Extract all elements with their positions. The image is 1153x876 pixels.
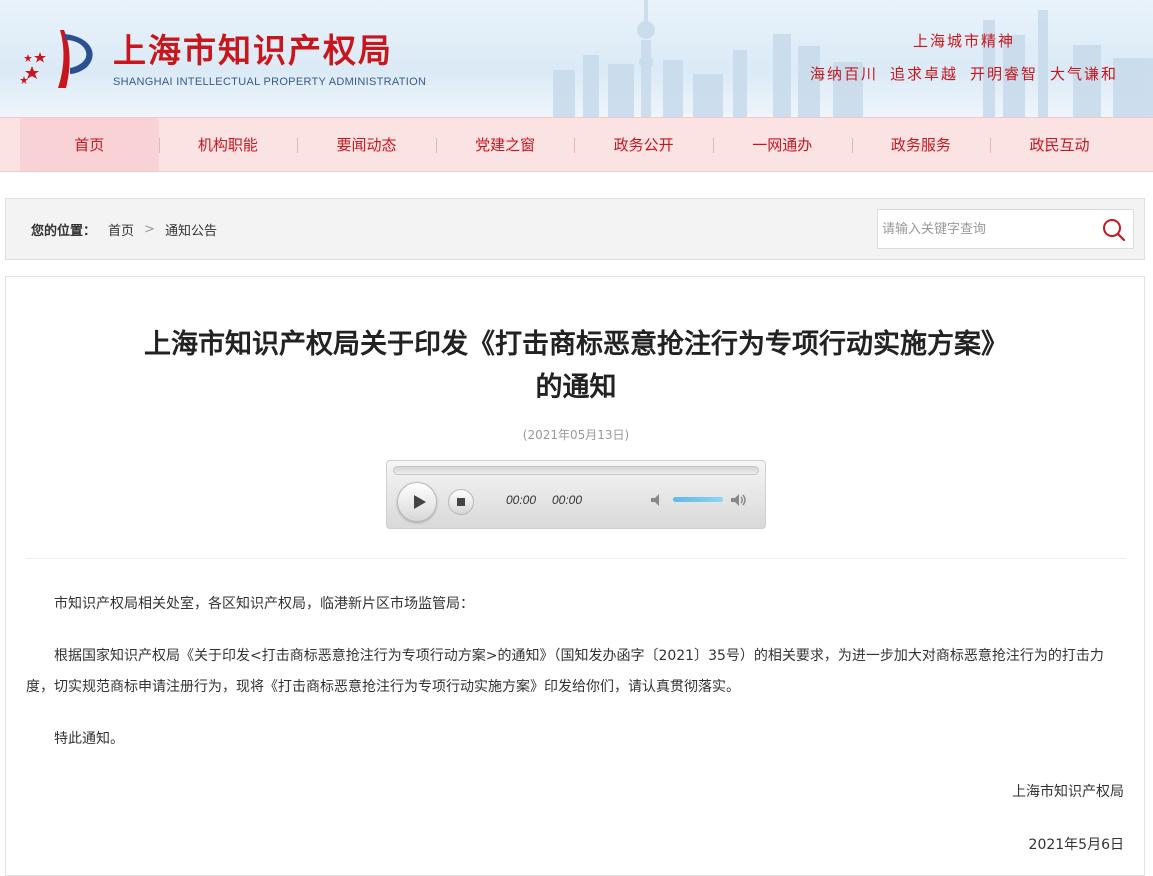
breadcrumb-label: 您的位置：	[31, 224, 97, 239]
shanghai-skyline-image	[553, 0, 1153, 117]
site-header: 上海市知识产权局 SHANGHAI INTELLECTUAL PROPERTY …	[0, 0, 1153, 117]
breadcrumb-notice-link[interactable]: 通知公告	[165, 220, 217, 239]
stop-button[interactable]	[448, 489, 474, 515]
nav-item-functions[interactable]: 机构职能	[158, 118, 298, 171]
volume-mute-icon[interactable]	[649, 491, 667, 509]
play-button[interactable]	[397, 482, 437, 522]
breadcrumb-home-link[interactable]: 首页	[108, 220, 134, 239]
breadcrumb: 您的位置： 首页 > 通知公告	[31, 220, 217, 239]
volume-max-icon[interactable]	[730, 491, 748, 509]
article-paragraph: 根据国家知识产权局《关于印发<打击商标恶意抢注行为专项行动方案>的通知》（国知发…	[26, 648, 1104, 695]
search-input[interactable]	[878, 210, 1098, 248]
city-spirit-item: 海纳百川	[810, 65, 879, 83]
search-icon[interactable]	[1101, 217, 1127, 243]
city-spirit-item: 开明睿智	[970, 65, 1039, 83]
volume-slider[interactable]	[673, 497, 723, 502]
article-closing: 特此通知。	[54, 731, 124, 747]
city-spirit-item: 追求卓越	[890, 65, 959, 83]
article-signature: 上海市知识产权局	[1012, 784, 1124, 800]
article-sign-date: 2021年5月6日	[1028, 837, 1124, 853]
current-time: 00:00	[506, 493, 537, 507]
audio-progress-bar[interactable]	[393, 466, 759, 475]
city-spirit-items: 海纳百川 追求卓越 开明睿智 大气谦和	[810, 63, 1118, 84]
volume-level	[673, 497, 723, 502]
nav-item-home[interactable]: 首页	[20, 118, 159, 171]
audio-player: 00:00 00:00	[386, 460, 766, 529]
breadcrumb-separator: >	[144, 222, 155, 237]
nav-item-gov-info[interactable]: 政务公开	[574, 118, 713, 171]
search-box	[877, 209, 1134, 249]
site-title: 上海市知识产权局	[113, 31, 393, 70]
article-salutation: 市知识产权局相关处室，各区知识产权局，临港新片区市场监管局：	[54, 596, 474, 612]
article-body: 市知识产权局相关处室，各区知识产权局，临港新片区市场监管局： 根据国家知识产权局…	[26, 589, 1126, 861]
site-subtitle: SHANGHAI INTELLECTUAL PROPERTY ADMINISTR…	[113, 76, 427, 88]
city-spirit-item: 大气谦和	[1050, 65, 1119, 83]
article-panel: 上海市知识产权局关于印发《打击商标恶意抢注行为专项行动实施方案》的通知 (202…	[5, 276, 1145, 876]
nav-item-party[interactable]: 党建之窗	[435, 118, 575, 171]
duration-time: 00:00	[552, 493, 583, 507]
nav-item-interaction[interactable]: 政民互动	[990, 118, 1129, 171]
sipa-logo-icon	[20, 30, 93, 88]
nav-item-news[interactable]: 要闻动态	[297, 118, 436, 171]
breadcrumb-bar: 您的位置： 首页 > 通知公告	[5, 198, 1145, 260]
article-title: 上海市知识产权局关于印发《打击商标恶意抢注行为专项行动实施方案》的通知	[144, 329, 1008, 403]
article-date: (2021年05月13日)	[522, 428, 630, 442]
nav-item-one-net[interactable]: 一网通办	[712, 118, 852, 171]
divider	[26, 558, 1126, 559]
nav-item-services[interactable]: 政务服务	[851, 118, 991, 171]
city-spirit-title: 上海城市精神	[913, 32, 1016, 50]
main-nav: 首页 机构职能 要闻动态 党建之窗 政务公开 一网通办 政务服务 政民互动	[0, 117, 1153, 172]
